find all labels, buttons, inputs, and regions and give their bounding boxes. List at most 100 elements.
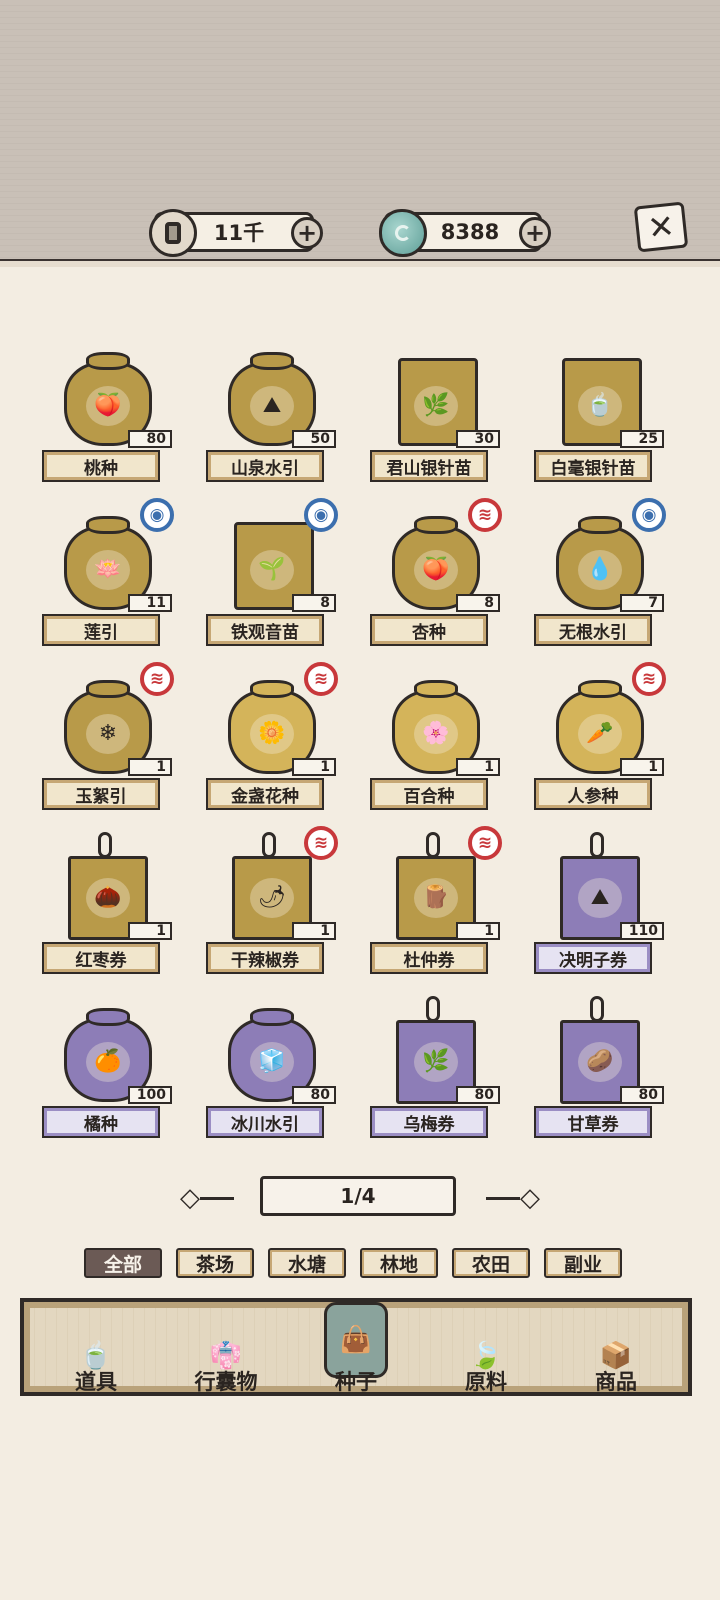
item-count: 1 (128, 758, 172, 776)
item-count: 80 (128, 430, 172, 448)
pagination: ◇ 1/4 ◇ (180, 1176, 540, 1220)
farm-category-badge-icon: ≋ (468, 826, 502, 860)
item-emblem-icon: 🌿 (414, 386, 458, 426)
ticket-ring (590, 996, 604, 1022)
page-indicator: 1/4 (260, 1176, 456, 1216)
farm-category-badge-icon: ≋ (304, 826, 338, 860)
bag-neck (250, 680, 294, 698)
seed-item[interactable]: 🪷 ◉ 11 莲引 (40, 494, 204, 658)
seed-item[interactable]: 🥔 80 甘草券 (532, 986, 696, 1150)
item-emblem-icon: 🌱 (250, 550, 294, 590)
filter-farmland[interactable]: 农田 (452, 1248, 530, 1278)
seed-item[interactable]: 🌶 ≋ 1 干辣椒券 (204, 822, 368, 986)
seed-item[interactable]: 🌸 1 百合种 (368, 658, 532, 822)
item-count: 25 (620, 430, 664, 448)
item-count: 8 (456, 594, 500, 612)
seed-item[interactable]: ❄ ≋ 1 玉絮引 (40, 658, 204, 822)
item-count: 8 (292, 594, 336, 612)
item-name: 百合种 (370, 778, 488, 810)
item-count: 30 (456, 430, 500, 448)
bag-neck (86, 516, 130, 534)
tab-materials[interactable]: 🍃 原料 (436, 1332, 536, 1396)
jade-currency: 8388 + (379, 209, 551, 257)
ticket-ring (98, 832, 112, 858)
item-emblem-icon: 🌿 (414, 1042, 458, 1082)
item-emblem-icon: 🧊 (250, 1042, 294, 1082)
item-count: 1 (620, 758, 664, 776)
bag-neck (578, 680, 622, 698)
tab-props[interactable]: 🍵 道具 (46, 1332, 146, 1396)
item-name: 金盏花种 (206, 778, 324, 810)
tab-goods[interactable]: 📦 商品 (566, 1332, 666, 1396)
tab-label: 商品 (595, 1370, 637, 1394)
item-emblem-icon: 🍵 (578, 386, 622, 426)
item-emblem-icon: 🍑 (86, 386, 130, 426)
coin-currency: 11千 + (149, 209, 323, 257)
seed-item[interactable]: ⛰ 110 决明子券 (532, 822, 696, 986)
seed-item-grid: 🍑 80 桃种 ⛰ 50 山泉水引 🌿 30 君山银针苗 🍵 25 白毫银针苗 🪷 ◉ 11 莲引 🌱 ◉ 8 铁观音… (40, 330, 680, 1150)
item-emblem-icon: 🪷 (86, 550, 130, 590)
seed-item[interactable]: 🪵 ≋ 1 杜仲券 (368, 822, 532, 986)
seed-item[interactable]: 🌼 ≋ 1 金盏花种 (204, 658, 368, 822)
filter-tea-field[interactable]: 茶场 (176, 1248, 254, 1278)
item-emblem-icon: 🥔 (578, 1042, 622, 1082)
item-emblem-icon: 🥕 (578, 714, 622, 754)
item-count: 110 (620, 922, 664, 940)
filter-forest[interactable]: 林地 (360, 1248, 438, 1278)
seed-item[interactable]: 🥕 ≋ 1 人参种 (532, 658, 696, 822)
next-page-button[interactable]: ◇ (470, 1182, 540, 1214)
tab-label: 行囊物 (194, 1370, 258, 1394)
seed-item[interactable]: 🌿 80 乌梅券 (368, 986, 532, 1150)
tab-label: 道具 (75, 1370, 117, 1394)
item-emblem-icon: 🌸 (414, 714, 458, 754)
prev-page-button[interactable]: ◇ (180, 1182, 250, 1214)
item-name: 干辣椒券 (206, 942, 324, 974)
filter-pond[interactable]: 水塘 (268, 1248, 346, 1278)
add-coin-button[interactable]: + (291, 217, 323, 249)
tab-label: 种子 (335, 1370, 377, 1394)
item-emblem-icon: 🍑 (414, 550, 458, 590)
item-emblem-icon: 🌼 (250, 714, 294, 754)
seed-item[interactable]: 🍑 ≋ 8 杏种 (368, 494, 532, 658)
seed-item[interactable]: 🍑 80 桃种 (40, 330, 204, 494)
seed-item[interactable]: 🧊 80 冰川水引 (204, 986, 368, 1150)
seed-item[interactable]: 🌿 30 君山银针苗 (368, 330, 532, 494)
item-emblem-icon: ⛰ (578, 878, 622, 918)
seed-item[interactable]: 🌱 ◉ 8 铁观音苗 (204, 494, 368, 658)
item-name: 人参种 (534, 778, 652, 810)
item-name: 铁观音苗 (206, 614, 324, 646)
item-emblem-icon: ⛰ (250, 386, 294, 426)
ticket-ring (426, 996, 440, 1022)
seed-item[interactable]: 🍊 100 橘种 (40, 986, 204, 1150)
seed-item[interactable]: 💧 ◉ 7 无根水引 (532, 494, 696, 658)
bag-neck (414, 516, 458, 534)
jade-icon (379, 209, 427, 257)
item-emblem-icon: 🍊 (86, 1042, 130, 1082)
item-name: 桃种 (42, 450, 160, 482)
pond-category-badge-icon: ◉ (304, 498, 338, 532)
seed-item[interactable]: ⛰ 50 山泉水引 (204, 330, 368, 494)
item-count: 50 (292, 430, 336, 448)
item-count: 1 (128, 922, 172, 940)
filter-all[interactable]: 全部 (84, 1248, 162, 1278)
item-count: 1 (292, 758, 336, 776)
farm-category-badge-icon: ≋ (140, 662, 174, 696)
item-name: 山泉水引 (206, 450, 324, 482)
item-count: 80 (620, 1086, 664, 1104)
tab-luggage[interactable]: 👘 行囊物 (176, 1332, 276, 1396)
bag-neck (86, 1008, 130, 1026)
item-name: 杜仲券 (370, 942, 488, 974)
item-name: 冰川水引 (206, 1106, 324, 1138)
tab-seeds[interactable]: 👜 种子 (306, 1302, 406, 1396)
close-button[interactable]: ✕ (633, 201, 689, 253)
filter-sideline[interactable]: 副业 (544, 1248, 622, 1278)
item-count: 100 (128, 1086, 172, 1104)
seed-item[interactable]: 🍵 25 白毫银针苗 (532, 330, 696, 494)
item-name: 甘草券 (534, 1106, 652, 1138)
item-name: 无根水引 (534, 614, 652, 646)
farm-category-badge-icon: ≋ (304, 662, 338, 696)
add-jade-button[interactable]: + (519, 217, 551, 249)
item-count: 1 (456, 922, 500, 940)
item-emblem-icon: 💧 (578, 550, 622, 590)
seed-item[interactable]: 🌰 1 红枣券 (40, 822, 204, 986)
